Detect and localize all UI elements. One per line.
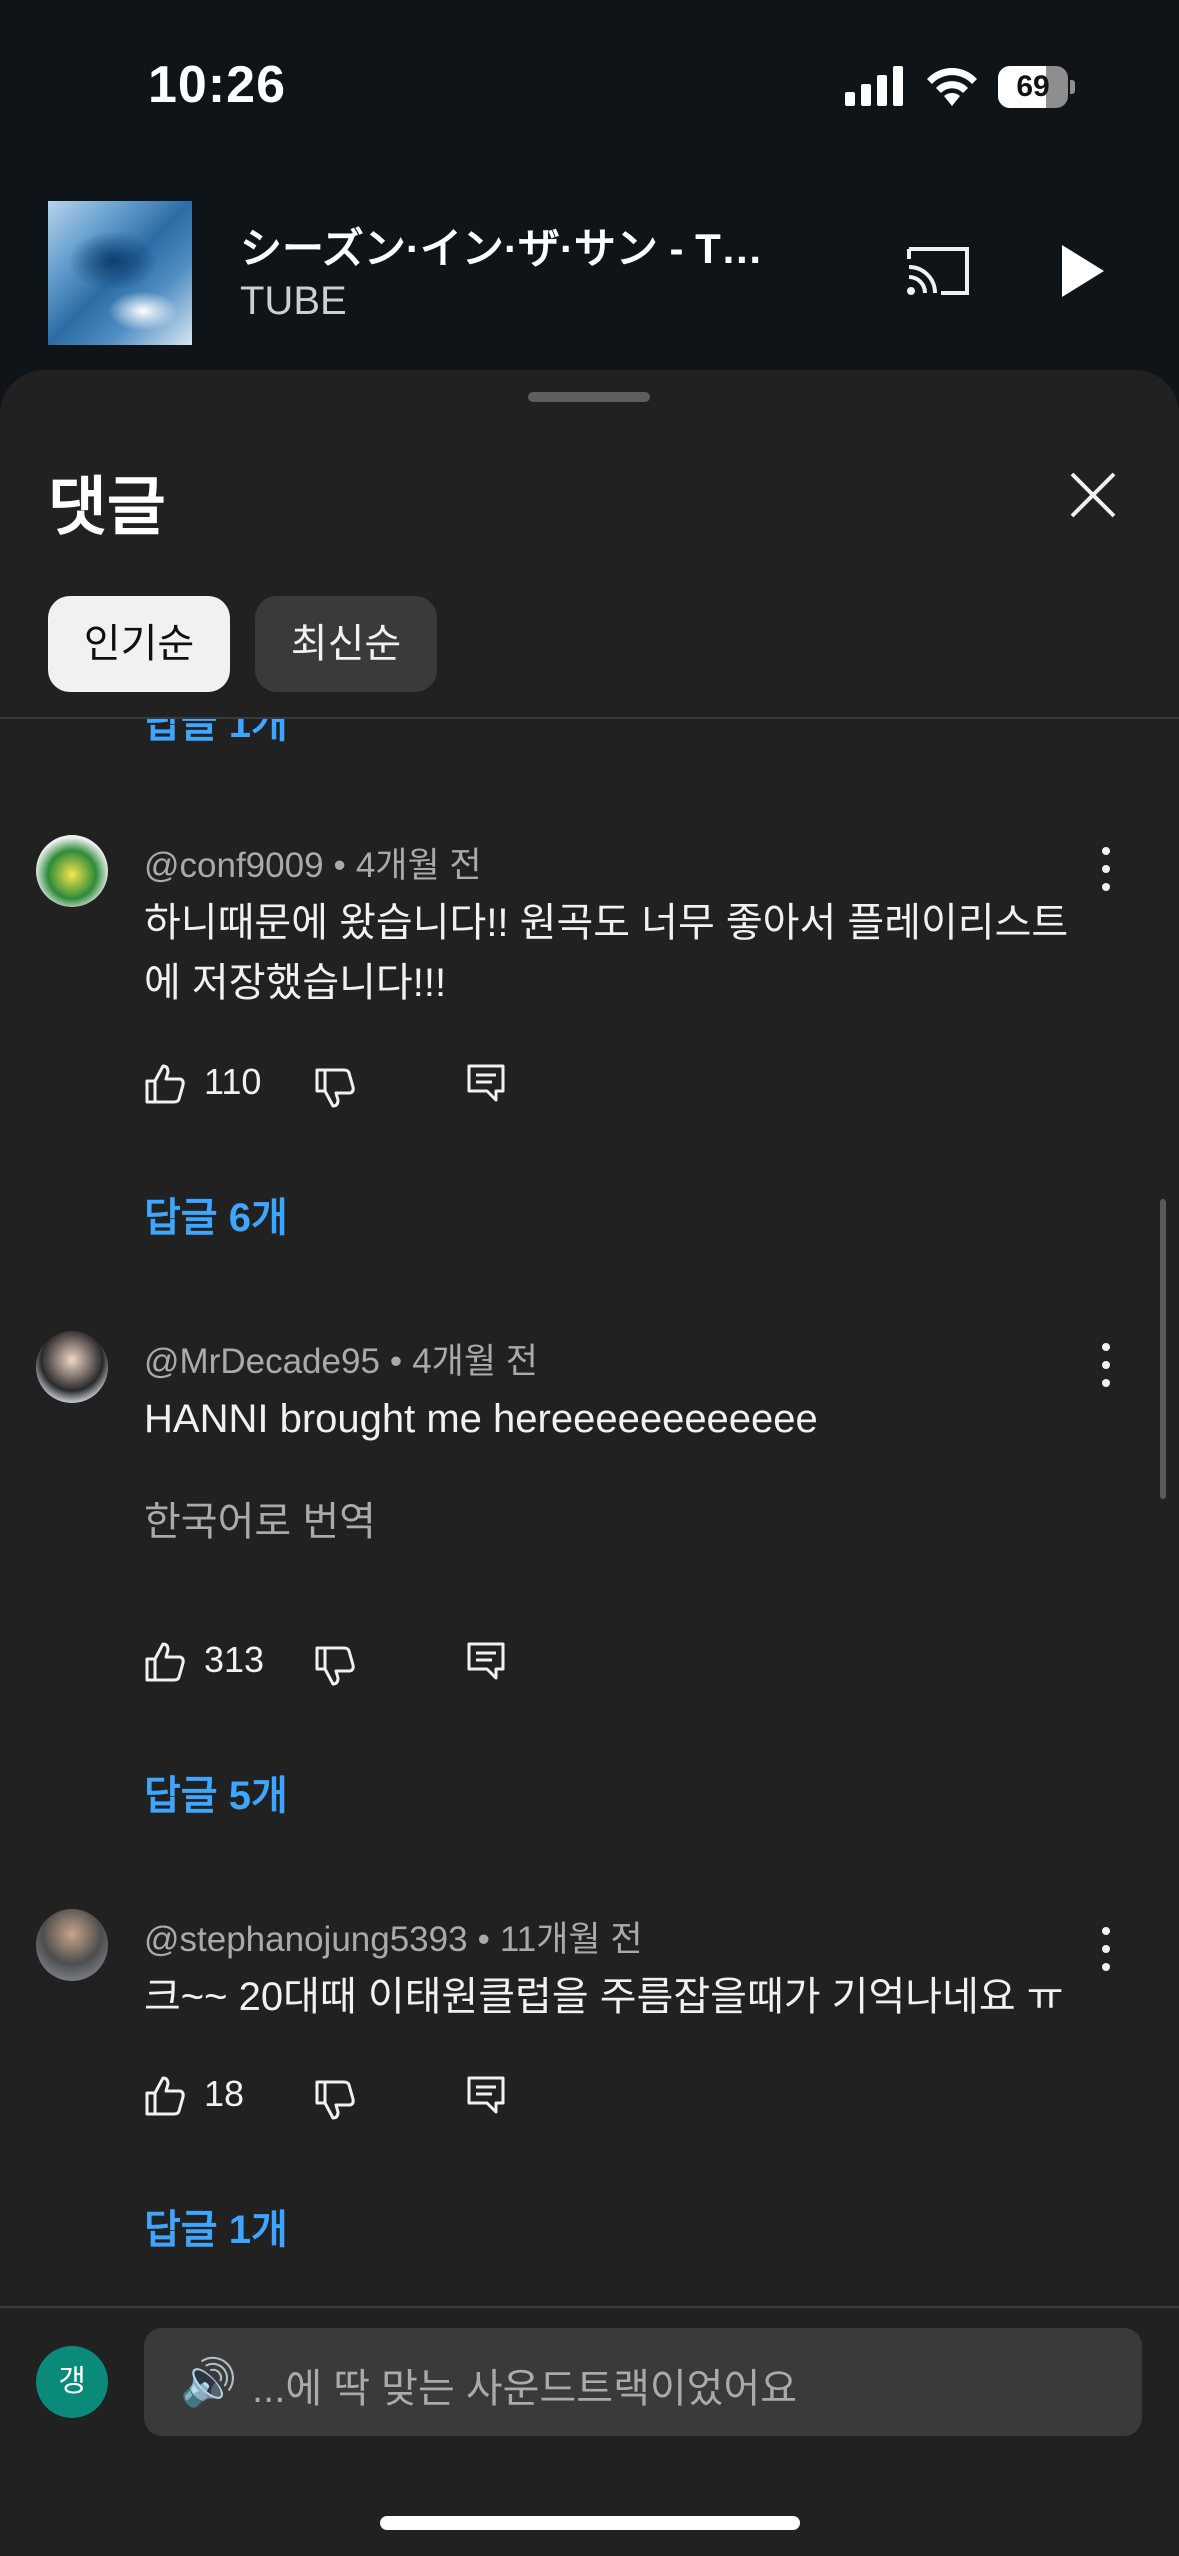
comment-input[interactable]: 🔊 ...에 딱 맞는 사운드트랙이었어요 [144,2328,1142,2436]
mini-player[interactable]: シーズン·イン·ザ·サン - The... TUBE [0,175,1179,375]
meta-separator: • [477,1920,490,1959]
comments-list[interactable]: 답글 1개 @conf9009 • 4개월 전 하니때문에 왔습니다!! 원곡도 너… [0,719,1179,2306]
scrollbar[interactable] [1160,1199,1166,1499]
like-count: 110 [204,1061,262,1102]
avatar[interactable] [36,1909,108,1981]
speaker-emoji-icon: 🔊 [180,2356,238,2408]
sort-chip-newest[interactable]: 최신순 [255,596,437,692]
like-count: 18 [204,2073,245,2114]
reply-icon[interactable] [466,1063,506,1103]
replies-link[interactable]: 답글 6개 [144,1185,288,1243]
user-avatar[interactable]: 갱 [36,2346,108,2418]
comment-author[interactable]: @MrDecade95 [144,1342,380,1381]
home-indicator[interactable] [380,2516,800,2530]
replies-link[interactable]: 답글 1개 [144,2197,288,2255]
cellular-signal-icon [845,66,903,106]
sheet-title: 댓글 [48,471,166,543]
thumbs-up-icon[interactable] [144,2075,186,2117]
replies-link[interactable]: 답글 5개 [144,1763,288,1821]
avatar[interactable] [36,1331,108,1403]
reply-icon[interactable] [466,2075,506,2115]
comment-time: 11개월 전 [499,1920,643,1959]
comment-text: 하니때문에 왔습니다!! 원곡도 너무 좋아서 플레이리스트에 저장했습니다!!… [144,901,1069,1005]
like-count: 313 [204,1639,265,1680]
comment-actions: 313 [144,1633,564,1689]
translate-link[interactable]: 한국어로 번역 [144,1489,376,1547]
reply-icon[interactable] [466,1641,506,1681]
comment-author[interactable]: @conf9009 [144,846,324,885]
cast-icon[interactable] [905,243,971,299]
close-icon[interactable] [1068,470,1118,520]
meta-separator: • [333,846,346,885]
comment-time: 4개월 전 [355,846,482,885]
comment-time: 4개월 전 [412,1342,538,1381]
play-icon[interactable] [1058,241,1108,301]
track-title[interactable]: シーズン·イン·ザ·サン - The... [240,215,780,276]
more-options-icon[interactable] [1094,1923,1118,1979]
comment-meta: @MrDecade95 • 4개월 전 [144,1333,538,1384]
wifi-icon [927,68,977,106]
thumbs-down-icon[interactable] [314,1645,356,1687]
comment-input-placeholder: ...에 딱 맞는 사운드트랙이었어요 [252,2367,798,2411]
thumbs-up-icon[interactable] [144,1063,186,1105]
thumbs-down-icon[interactable] [314,2079,356,2121]
track-artist[interactable]: TUBE [240,279,347,324]
battery-indicator: 69 [998,66,1075,108]
album-thumbnail[interactable] [48,201,192,345]
comment-actions: 18 [144,2067,564,2123]
status-bar: 10:26 69 [0,0,1179,175]
meta-separator: • [389,1342,403,1381]
comment-meta: @stephanojung5393 • 11개월 전 [144,1911,643,1962]
sort-chip-popular[interactable]: 인기순 [48,596,230,692]
sheet-drag-handle[interactable] [528,392,650,402]
avatar[interactable] [36,835,108,907]
thumbs-up-icon[interactable] [144,1641,186,1683]
comment-text: HANNI brought me hereeeeeeeeeeee [144,1397,818,1441]
battery-percentage: 69 [1016,70,1050,103]
comment-meta: @conf9009 • 4개월 전 [144,837,482,888]
input-divider [0,2306,1179,2308]
more-options-icon[interactable] [1094,843,1118,899]
comments-sheet: 댓글 인기순 최신순 답글 1개 @conf9009 • 4개월 전 하니때문에 왔… [0,370,1179,2556]
comment-author[interactable]: @stephanojung5393 [144,1920,468,1959]
more-options-icon[interactable] [1094,1339,1118,1395]
thumbs-down-icon[interactable] [314,1067,356,1109]
status-time: 10:26 [148,56,286,114]
replies-link-partial[interactable]: 답글 1개 [144,719,288,749]
comment-text: 크~~ 20대때 이태원클럽을 주름잡을때가 기억나네요 ㅠ [144,1975,1064,2019]
comment-actions: 110 [144,1055,564,1111]
